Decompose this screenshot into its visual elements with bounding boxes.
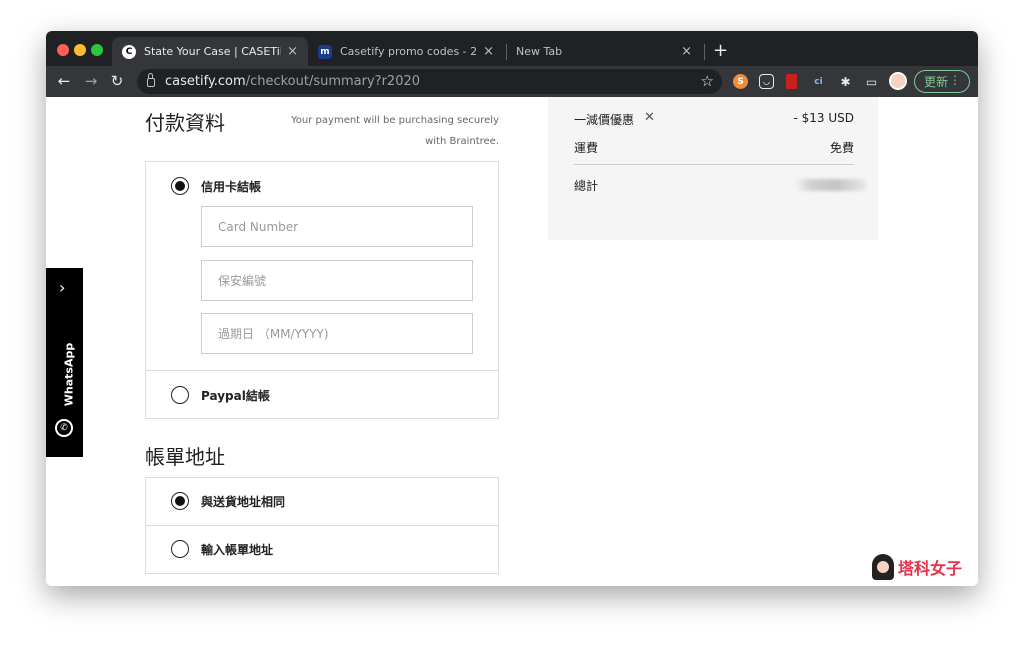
credit-card-label[interactable]: 信用卡結帳 (201, 178, 261, 195)
update-button[interactable]: 更新 ⋮ (914, 70, 970, 93)
paypal-radio[interactable] (171, 386, 189, 404)
tab-title: New Tab (516, 45, 563, 58)
order-summary-panel: 一減價優惠 ✕ - $13 USD 運費 免費 總計 (548, 97, 878, 240)
blurred-total-value (794, 179, 866, 191)
bookmark-star-icon[interactable]: ☆ (701, 72, 714, 90)
browser-toolbar: ← → ↻ casetify.com/checkout/summary?r202… (46, 66, 978, 97)
puzzle-icon[interactable]: ✱ (838, 74, 853, 89)
enter-billing-label[interactable]: 輸入帳單地址 (201, 541, 273, 558)
chevron-right-icon[interactable]: › (59, 278, 65, 297)
update-label: 更新 (924, 75, 949, 89)
watermark-text: 塔科女子 (898, 559, 963, 578)
whatsapp-icon: ✆ (55, 419, 73, 437)
browser-window: C State Your Case | CASETiFY × m Casetif… (46, 31, 978, 586)
lock-icon (147, 73, 155, 87)
casetify-favicon-icon: C (122, 44, 136, 59)
profile-avatar-icon[interactable] (889, 72, 907, 90)
discount-value: - $13 USD (793, 111, 854, 125)
tab-title: Casetify promo codes - 20% O (340, 45, 478, 58)
divider (146, 370, 498, 371)
watermark-avatar-icon (872, 554, 894, 580)
cvv-input[interactable]: 保安編號 (201, 260, 473, 301)
secure-note-line: Your payment will be purchasing securely (291, 115, 499, 126)
maximize-window-button[interactable] (91, 44, 103, 56)
pocket-icon[interactable]: ◡ (759, 74, 774, 89)
same-as-shipping-label[interactable]: 與送貨地址相同 (201, 493, 285, 510)
tab-strip: C State Your Case | CASETiFY × m Casetif… (46, 31, 978, 66)
discount-row: 一減價優惠 ✕ - $13 USD (574, 110, 854, 128)
tab-new-tab[interactable]: New Tab × (506, 37, 702, 66)
remove-discount-icon[interactable]: ✕ (644, 110, 655, 125)
close-icon[interactable]: × (681, 44, 692, 59)
credit-card-radio[interactable] (171, 177, 189, 195)
shipping-label: 運費 (574, 141, 599, 155)
watermark: 塔科女子 (872, 553, 962, 581)
whatsapp-side-tab[interactable]: › WhatsApp ✆ (46, 268, 83, 457)
back-arrow-icon[interactable]: ← (54, 71, 74, 91)
close-icon[interactable]: × (287, 44, 298, 59)
address-bar[interactable]: casetify.com/checkout/summary?r2020 ☆ (137, 69, 722, 94)
paypal-label[interactable]: Paypal結帳 (201, 387, 270, 404)
enter-billing-radio[interactable] (171, 540, 189, 558)
minimize-window-button[interactable] (74, 44, 86, 56)
payment-method-box: 信用卡結帳 Card Number 保安編號 過期日 （MM/YYYY) Pay… (145, 161, 499, 419)
cast-icon[interactable]: ▭ (864, 74, 879, 89)
promo-site-favicon-icon: m (318, 44, 332, 59)
tab-promo-codes[interactable]: m Casetify promo codes - 20% O × (308, 37, 504, 66)
ci-extension-icon[interactable]: ci (811, 74, 826, 89)
divider (146, 525, 498, 526)
menu-dots-icon[interactable]: ⋮ (949, 73, 961, 87)
secure-note-line: with Braintree. (425, 136, 499, 147)
shipping-value: 免費 (829, 141, 854, 155)
same-as-shipping-radio[interactable] (171, 492, 189, 510)
discount-label: 一減價優惠 (574, 113, 635, 127)
url-path: /checkout/summary?r2020 (245, 74, 421, 89)
expiry-input[interactable]: 過期日 （MM/YYYY) (201, 313, 473, 354)
tab-divider (704, 44, 705, 60)
tab-casetify-checkout[interactable]: C State Your Case | CASETiFY × (112, 37, 308, 66)
notebook-extension-icon[interactable] (786, 74, 797, 89)
shipping-row: 運費 免費 (574, 139, 854, 156)
forward-arrow-icon[interactable]: → (81, 71, 101, 91)
new-tab-button[interactable]: + (713, 40, 728, 61)
close-icon[interactable]: × (483, 44, 494, 59)
summary-divider (574, 164, 854, 165)
total-label: 總計 (574, 179, 599, 193)
url-host: casetify.com (165, 74, 246, 89)
s-extension-icon[interactable]: S (733, 74, 748, 89)
billing-address-box: 與送貨地址相同 輸入帳單地址 (145, 477, 499, 574)
reload-icon[interactable]: ↻ (107, 71, 127, 91)
payment-heading: 付款資料 (145, 111, 225, 135)
secure-payment-note: Your payment will be purchasing securely… (286, 110, 499, 152)
checkout-page: 付款資料 Your payment will be purchasing sec… (46, 97, 978, 586)
billing-heading: 帳單地址 (145, 445, 225, 469)
tab-title: State Your Case | CASETiFY (144, 45, 282, 58)
card-number-input[interactable]: Card Number (201, 206, 473, 247)
close-window-button[interactable] (57, 44, 69, 56)
whatsapp-label: WhatsApp (62, 342, 76, 407)
